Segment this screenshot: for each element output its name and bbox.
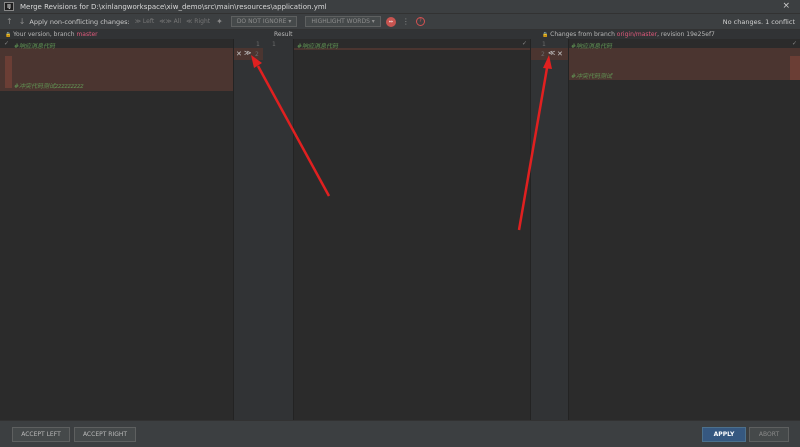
result-check-icon: ✓ — [522, 40, 528, 47]
result-line-1: #响应消息代码 — [297, 43, 339, 50]
result-pane-header: Result — [274, 31, 293, 38]
next-difference-icon[interactable]: ↓ — [19, 17, 26, 26]
merge-status: No changes. 1 conflict — [722, 17, 795, 26]
apply-right-button[interactable]: ≪ Right — [186, 18, 210, 25]
divider — [530, 39, 531, 420]
right-line-number: 2 — [541, 51, 545, 58]
divider — [233, 39, 234, 420]
settings-icon[interactable]: ⋮ — [402, 17, 410, 26]
left-branch-name: master — [76, 31, 98, 38]
right-check-icon: ✓ — [792, 40, 798, 47]
result-line-number: 1 — [272, 41, 276, 48]
magic-resolve-icon[interactable]: ✦ — [216, 17, 223, 26]
left-line-1: #响应消息代码 — [14, 43, 56, 50]
right-branch-name: origin/master — [616, 31, 658, 38]
window-title: Merge Revisions for D:\xinlangworkspace\… — [20, 2, 327, 11]
apply-nonconflicting-label: Apply non-conflicting changes: — [29, 17, 130, 26]
accept-left-icon[interactable]: ≫ — [244, 49, 251, 57]
accept-left-button[interactable]: ACCEPT LEFT — [12, 427, 70, 442]
left-line-5: #冲突代码测试zzzzzzzzz — [14, 83, 84, 90]
abort-button[interactable]: ABORT — [749, 427, 789, 442]
right-gutter — [530, 39, 568, 420]
reject-left-icon[interactable]: ✕ — [236, 50, 242, 58]
right-header-text: Changes from branch — [550, 31, 617, 38]
right-line-1: #响应消息代码 — [571, 43, 613, 50]
left-line-number: 1 — [256, 41, 260, 48]
apply-left-button[interactable]: ≫ Left — [135, 18, 154, 25]
accept-right-icon[interactable]: ≪ — [548, 49, 555, 57]
left-editor-pane[interactable] — [0, 39, 233, 420]
left-header-text: Your version, branch — [13, 31, 77, 38]
lock-icon: 🔒 — [5, 32, 12, 38]
app-logo-icon: IJ — [4, 2, 14, 11]
sync-scroll-icon[interactable]: ⇔ — [385, 16, 396, 27]
highlight-select[interactable]: HIGHLIGHT WORDS ▾ — [305, 16, 381, 27]
right-line-4: #冲突代码测试 — [571, 73, 613, 80]
right-conflict-marker — [790, 56, 800, 80]
help-icon[interactable]: ? — [415, 17, 425, 26]
apply-button[interactable]: APPLY — [702, 427, 746, 442]
left-line-number: 2 — [255, 51, 259, 58]
previous-difference-icon[interactable]: ↑ — [6, 17, 13, 26]
whitespace-select[interactable]: DO NOT IGNORE ▾ — [230, 16, 298, 27]
right-revision: , revision 19e25ef7 — [657, 31, 715, 38]
apply-all-button[interactable]: ≪≫ All — [159, 18, 181, 25]
reject-right-icon[interactable]: ✕ — [557, 50, 563, 58]
toolbar: ↑ ↓ Apply non-conflicting changes: ≫ Lef… — [0, 14, 800, 30]
left-gutter — [233, 39, 293, 420]
accept-right-button[interactable]: ACCEPT RIGHT — [74, 427, 136, 442]
pane-headers: 🔒 Your version, branch master Result 🔒 C… — [0, 30, 800, 39]
right-editor-pane[interactable] — [569, 39, 800, 420]
right-line-number: 1 — [542, 41, 546, 48]
result-editor-pane[interactable] — [294, 39, 530, 420]
lock-icon: 🔒 — [542, 32, 549, 38]
left-check-icon: ✓ — [4, 40, 10, 47]
close-icon[interactable]: × — [782, 1, 790, 11]
footer-bar: ACCEPT LEFT ACCEPT RIGHT APPLY ABORT — [0, 420, 800, 447]
title-bar: IJ Merge Revisions for D:\xinlangworkspa… — [0, 0, 800, 14]
left-conflict-marker — [5, 56, 12, 88]
